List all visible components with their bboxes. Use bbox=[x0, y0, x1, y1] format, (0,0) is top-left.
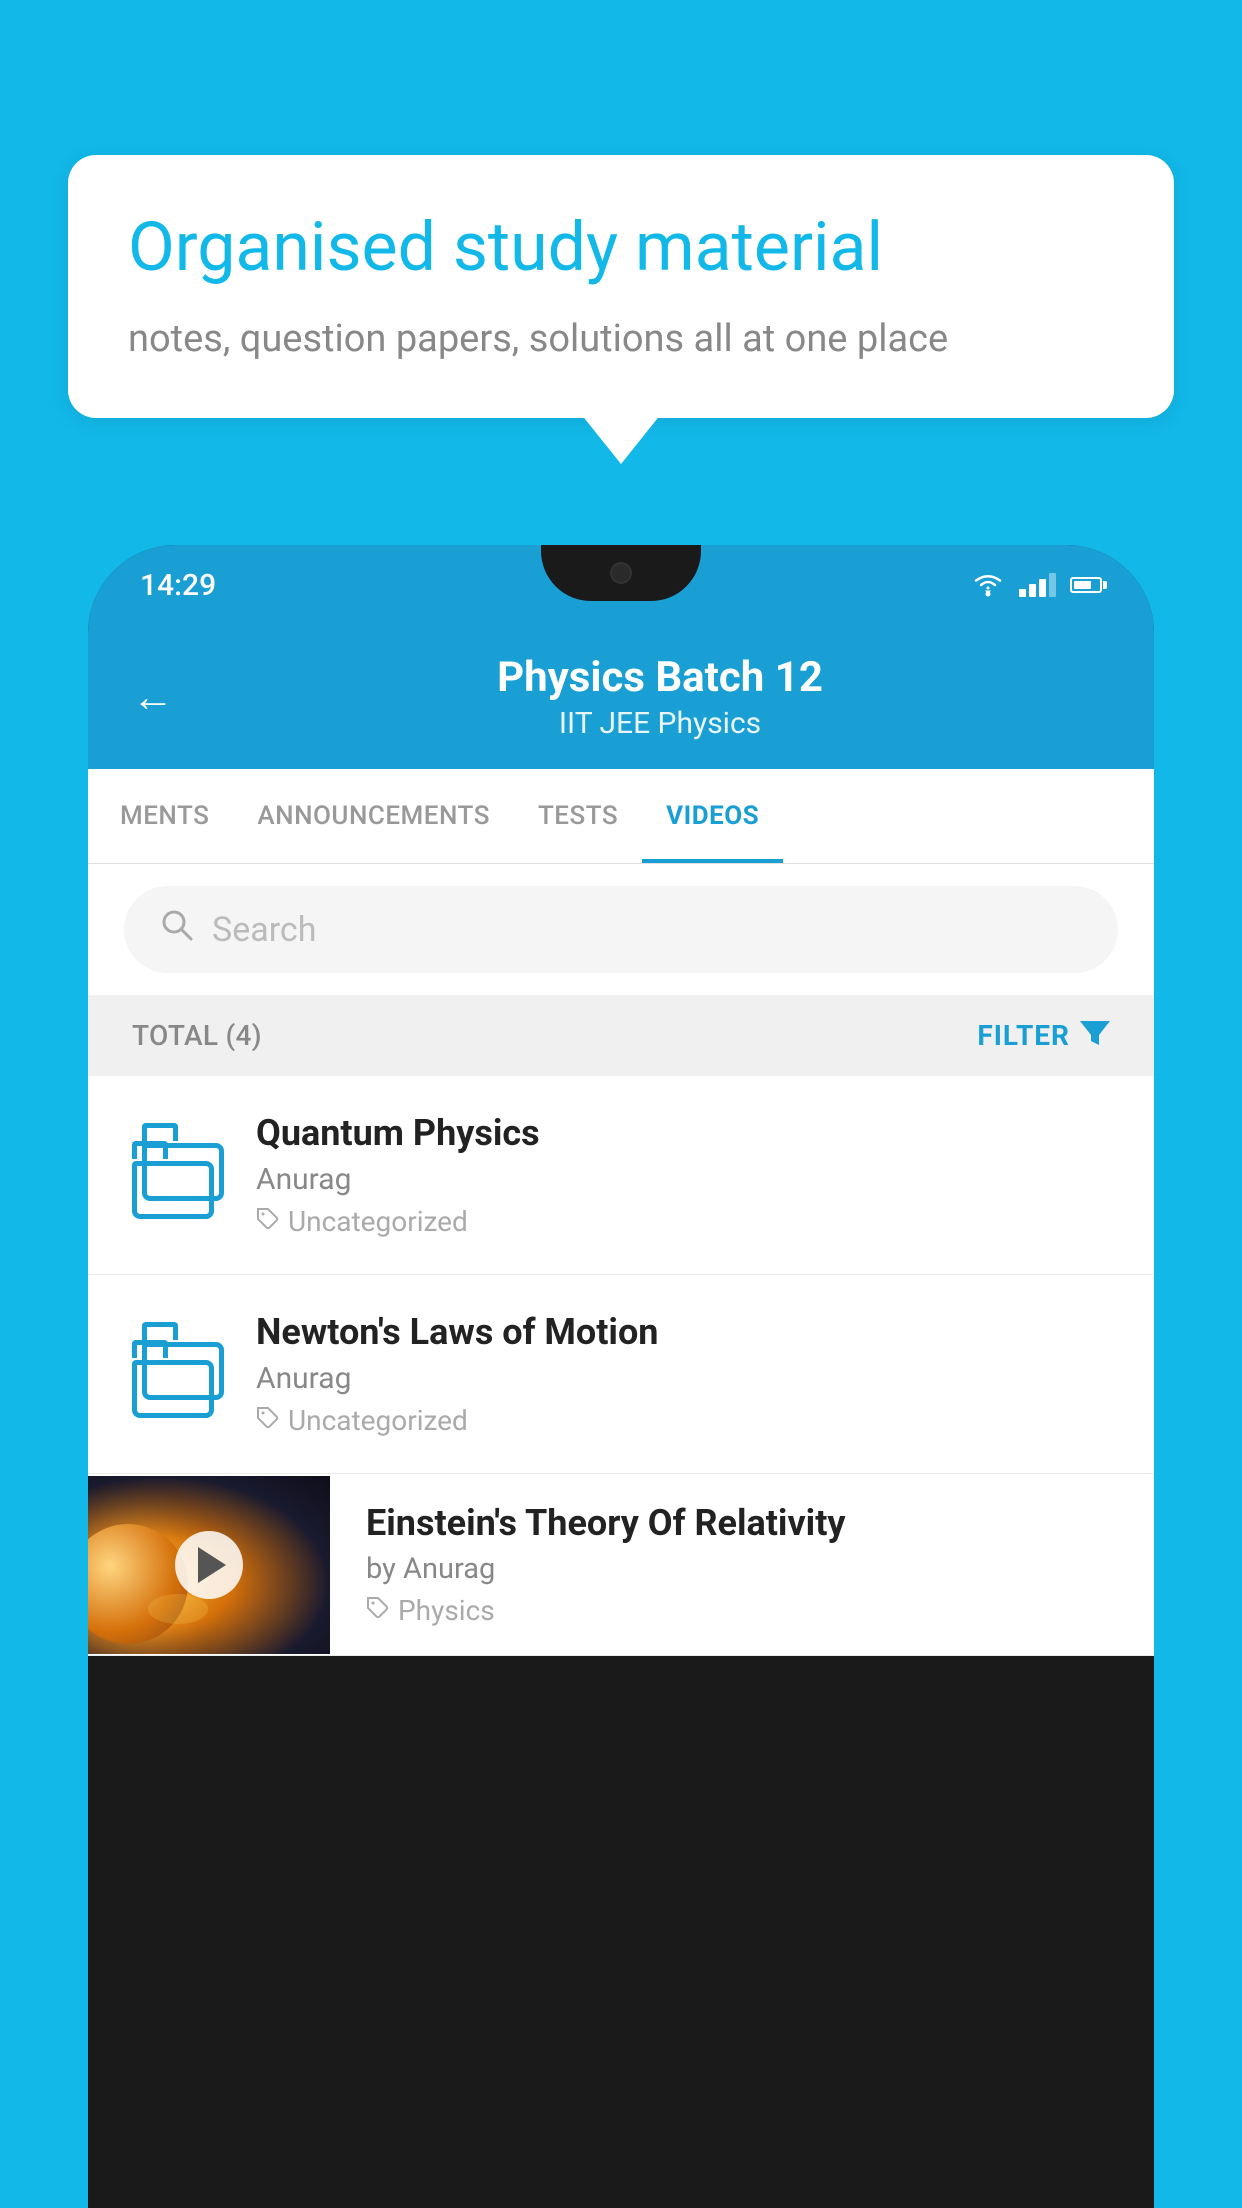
video-author: Anurag bbox=[256, 1162, 1110, 1197]
search-container: Search bbox=[88, 864, 1154, 995]
video-title: Einstein's Theory Of Relativity bbox=[366, 1502, 1118, 1544]
folder-stack-icon bbox=[132, 1123, 220, 1227]
video-author: Anurag bbox=[256, 1361, 1110, 1396]
header-title-block: Physics Batch 12 IIT JEE Physics bbox=[210, 653, 1110, 741]
battery-icon bbox=[1070, 577, 1102, 593]
list-item[interactable]: Newton's Laws of Motion Anurag Uncategor… bbox=[88, 1275, 1154, 1474]
video-info: Newton's Laws of Motion Anurag Uncategor… bbox=[256, 1311, 1110, 1437]
folder-front-icon bbox=[132, 1141, 214, 1219]
play-button[interactable] bbox=[175, 1531, 243, 1599]
video-tag: Physics bbox=[366, 1594, 1118, 1627]
phone-outer: 14:29 bbox=[88, 545, 1154, 2208]
tag-label: Uncategorized bbox=[288, 1404, 468, 1437]
filter-button[interactable]: FILTER bbox=[977, 1017, 1110, 1054]
header-title: Physics Batch 12 bbox=[210, 653, 1110, 702]
video-list: Quantum Physics Anurag Uncategorized bbox=[88, 1076, 1154, 1656]
folder-stack-icon bbox=[132, 1322, 220, 1426]
header-subtitle: IIT JEE Physics bbox=[210, 706, 1110, 741]
tab-announcements[interactable]: ANNOUNCEMENTS bbox=[233, 769, 514, 863]
video-info: Einstein's Theory Of Relativity by Anura… bbox=[330, 1474, 1154, 1655]
glow-decoration bbox=[148, 1594, 208, 1624]
speech-bubble: Organised study material notes, question… bbox=[68, 155, 1174, 418]
play-triangle-icon bbox=[198, 1547, 226, 1583]
video-tag: Uncategorized bbox=[256, 1404, 1110, 1437]
video-title: Quantum Physics bbox=[256, 1112, 1110, 1154]
filter-bar: TOTAL (4) FILTER bbox=[88, 995, 1154, 1076]
signal-icon bbox=[1019, 573, 1056, 597]
video-author: by Anurag bbox=[366, 1552, 1118, 1586]
tag-icon bbox=[256, 1205, 280, 1238]
video-thumbnail bbox=[88, 1476, 330, 1654]
tab-tests[interactable]: TESTS bbox=[514, 769, 642, 863]
speech-bubble-title: Organised study material bbox=[128, 207, 1114, 289]
tag-label: Uncategorized bbox=[288, 1205, 468, 1238]
video-tag: Uncategorized bbox=[256, 1205, 1110, 1238]
video-title: Newton's Laws of Motion bbox=[256, 1311, 1110, 1353]
folder-icon-wrapper bbox=[132, 1125, 220, 1225]
video-info: Quantum Physics Anurag Uncategorized bbox=[256, 1112, 1110, 1238]
folder-front-icon bbox=[132, 1340, 214, 1418]
search-placeholder: Search bbox=[212, 910, 316, 950]
app-header: ← Physics Batch 12 IIT JEE Physics bbox=[88, 625, 1154, 769]
phone-notch bbox=[541, 545, 701, 601]
speech-bubble-subtitle: notes, question papers, solutions all at… bbox=[128, 313, 1114, 366]
status-time: 14:29 bbox=[140, 568, 216, 603]
total-count-label: TOTAL (4) bbox=[132, 1019, 262, 1052]
tab-videos[interactable]: VIDEOS bbox=[642, 769, 783, 863]
tab-bar: MENTS ANNOUNCEMENTS TESTS VIDEOS bbox=[88, 769, 1154, 864]
wifi-icon bbox=[971, 572, 1005, 598]
status-bar: 14:29 bbox=[88, 545, 1154, 625]
filter-label: FILTER bbox=[977, 1019, 1070, 1052]
folder-icon-wrapper bbox=[132, 1324, 220, 1424]
list-item[interactable]: Einstein's Theory Of Relativity by Anura… bbox=[88, 1474, 1154, 1656]
tag-icon bbox=[366, 1594, 390, 1627]
tag-icon bbox=[256, 1404, 280, 1437]
tag-label: Physics bbox=[398, 1594, 495, 1627]
list-item[interactable]: Quantum Physics Anurag Uncategorized bbox=[88, 1076, 1154, 1275]
search-bar[interactable]: Search bbox=[124, 886, 1118, 973]
planet-decoration bbox=[88, 1524, 188, 1644]
back-button[interactable]: ← bbox=[132, 673, 174, 722]
filter-icon bbox=[1080, 1017, 1110, 1054]
speech-bubble-container: Organised study material notes, question… bbox=[68, 155, 1174, 418]
phone-container: 14:29 bbox=[88, 545, 1154, 2208]
search-icon bbox=[160, 908, 194, 951]
status-icons bbox=[971, 572, 1102, 598]
phone-camera bbox=[610, 562, 632, 584]
tab-ments[interactable]: MENTS bbox=[96, 769, 233, 863]
